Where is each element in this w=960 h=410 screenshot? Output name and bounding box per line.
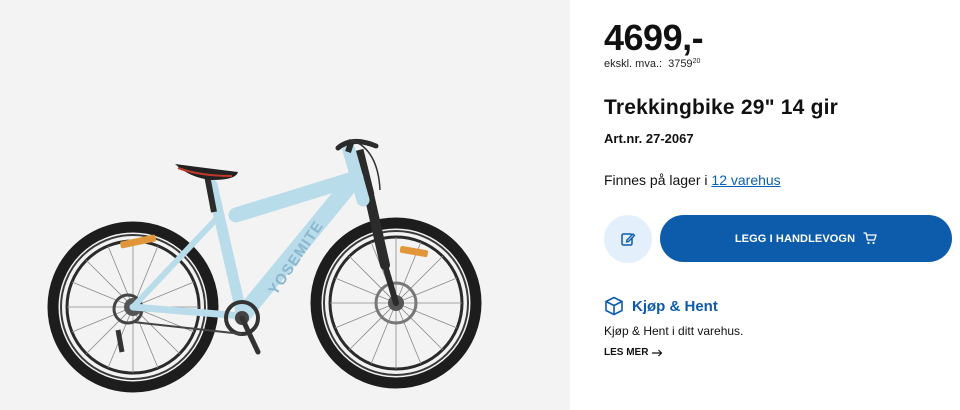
pencil-square-icon <box>621 233 636 246</box>
price-excl-vat: ekskl. mva.: 375920 <box>604 58 700 70</box>
excl-vat-value: 375920 <box>668 58 700 70</box>
add-to-cart-label: LEGG I HANDLEVOGN <box>734 232 856 245</box>
stock-prefix: Finnes på lager i <box>604 172 708 188</box>
price: 4699,- <box>604 17 704 58</box>
click-collect-title: Kjøp & Hent <box>632 297 718 315</box>
stock-info: Finnes på lager i 12 varehus <box>604 172 781 188</box>
add-to-cart-button[interactable]: LEGG I HANDLEVOGN <box>660 215 952 262</box>
arrow-right-icon <box>652 349 663 356</box>
click-collect-text: Kjøp & Hent i ditt varehus. <box>604 324 744 338</box>
saddle <box>175 164 238 213</box>
click-collect-header: Kjøp & Hent <box>604 296 718 316</box>
read-more-link[interactable]: LES MER <box>604 347 663 358</box>
product-title: Trekkingbike 29" 14 gir <box>604 96 839 119</box>
shopping-cart-icon <box>863 232 877 245</box>
package-box-icon <box>605 296 623 316</box>
read-more-label: LES MER <box>604 347 649 358</box>
stock-store-link[interactable]: 12 varehus <box>711 172 780 188</box>
bicycle-illustration: YOSEMITE <box>47 139 482 393</box>
excl-vat-label: ekskl. mva.: <box>604 58 663 70</box>
product-image[interactable]: YOSEMITE <box>0 0 570 410</box>
note-button[interactable] <box>604 215 652 263</box>
excl-vat-main: 3759 <box>668 58 693 70</box>
article-number: Art.nr. 27-2067 <box>604 131 694 146</box>
excl-vat-cents: 20 <box>692 58 701 65</box>
